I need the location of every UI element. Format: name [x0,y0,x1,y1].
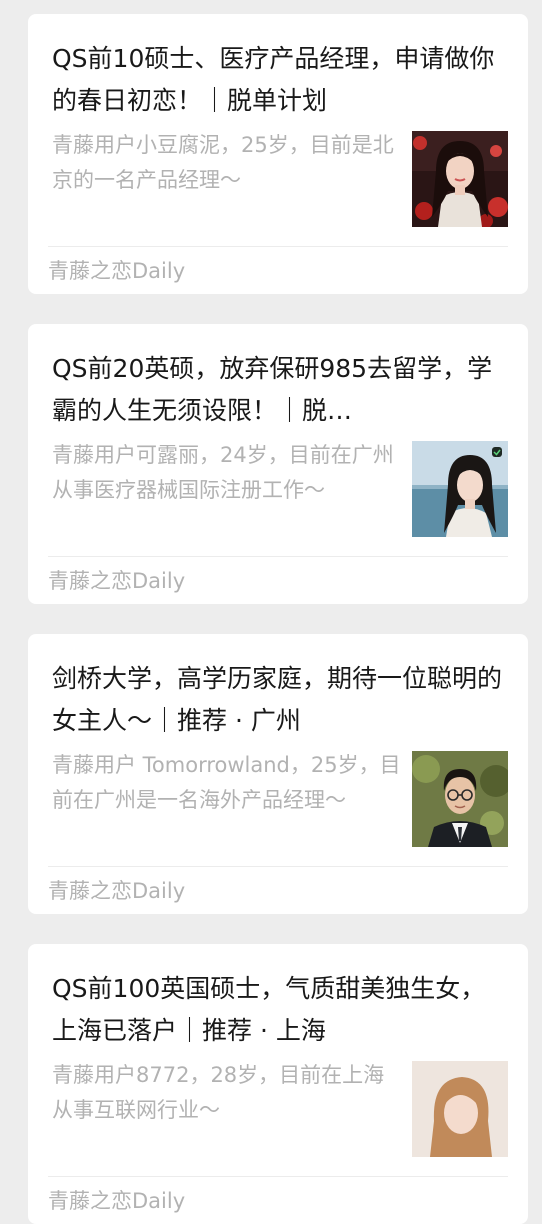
article-thumbnail[interactable] [412,1061,508,1157]
article-excerpt: 青藤用户可露丽，24岁，目前在广州从事医疗器械国际注册工作～ [52,443,394,502]
article-thumbnail[interactable] [412,441,508,537]
card-divider [48,556,508,557]
article-excerpt: 青藤用户小豆腐泥，25岁，目前是北京的一名产品经理～ [52,133,394,192]
article-title[interactable]: 剑桥大学，高学历家庭，期待一位聪明的女主人～｜推荐 · 广州 [52,658,508,742]
article-source: 青藤之恋Daily [48,879,186,903]
article-card[interactable]: 剑桥大学，高学历家庭，期待一位聪明的女主人～｜推荐 · 广州 青藤用户 Tomo… [28,634,528,914]
article-title[interactable]: QS前100英国硕士，气质甜美独生女，上海已落户｜推荐 · 上海 [52,968,508,1052]
woman-portrait-icon [412,1061,508,1157]
man-portrait-glasses-suit-icon [412,751,508,847]
article-source: 青藤之恋Daily [48,569,186,593]
article-source: 青藤之恋Daily [48,1189,186,1213]
article-thumbnail[interactable] [412,131,508,227]
article-source: 青藤之恋Daily [48,259,186,283]
article-feed: QS前10硕士、医疗产品经理，申请做你的春日初恋！｜脱单计划 青藤用户小豆腐泥，… [0,0,542,1224]
article-thumbnail[interactable] [412,751,508,847]
article-excerpt: 青藤用户 Tomorrowland，25岁，目前在广州是一名海外产品经理～ [52,753,401,812]
card-divider [48,246,508,247]
woman-portrait-red-flowers-icon [412,131,508,227]
article-title[interactable]: QS前10硕士、医疗产品经理，申请做你的春日初恋！｜脱单计划 [52,38,508,122]
article-card[interactable]: QS前10硕士、医疗产品经理，申请做你的春日初恋！｜脱单计划 青藤用户小豆腐泥，… [28,14,528,294]
article-title[interactable]: QS前20英硕，放弃保研985去留学，学霸的人生无须设限！｜脱… [52,348,508,432]
card-divider [48,866,508,867]
article-card[interactable]: QS前20英硕，放弃保研985去留学，学霸的人生无须设限！｜脱… 青藤用户可露丽… [28,324,528,604]
article-excerpt: 青藤用户8772，28岁，目前在上海从事互联网行业～ [52,1063,385,1122]
card-divider [48,1176,508,1177]
article-card[interactable]: QS前100英国硕士，气质甜美独生女，上海已落户｜推荐 · 上海 青藤用户877… [28,944,528,1224]
woman-portrait-seaside-icon [412,441,508,537]
